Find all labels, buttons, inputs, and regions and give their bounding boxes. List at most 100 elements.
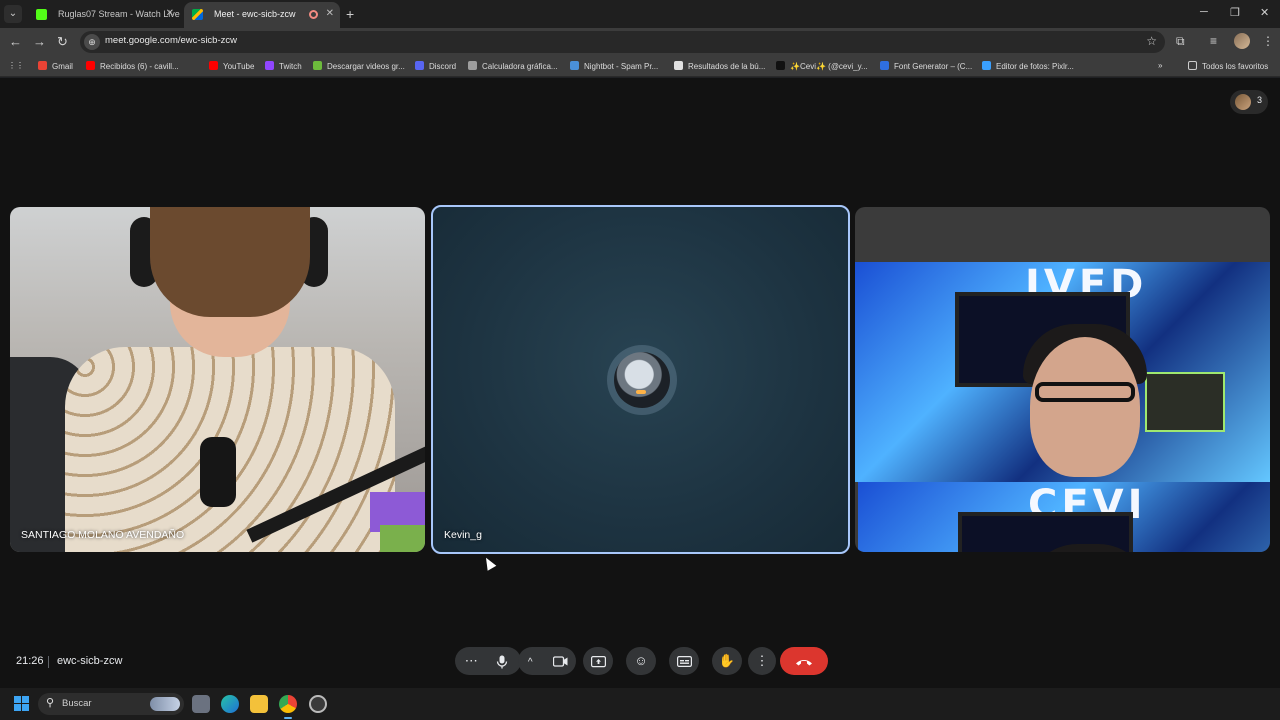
task-view-icon[interactable]: [192, 695, 210, 713]
camera-icon[interactable]: [546, 647, 576, 675]
new-tab-button[interactable]: +: [346, 5, 354, 23]
restore-icon[interactable]: ❐: [1230, 6, 1240, 19]
present-screen-button[interactable]: [583, 647, 613, 675]
bookmark-nightbot[interactable]: Nightbot - Spam Pr...: [570, 61, 658, 71]
participant-count: 3: [1257, 95, 1263, 105]
calculator-icon: [468, 61, 477, 70]
participant-name: Kevin_g: [444, 529, 482, 541]
apps-grid-icon[interactable]: ⋮⋮: [8, 61, 24, 70]
meet-favicon-icon: [192, 9, 203, 20]
minimize-icon[interactable]: ─: [1200, 6, 1208, 18]
close-window-icon[interactable]: ✕: [1260, 6, 1269, 19]
tab-close-icon[interactable]: ✕: [166, 2, 174, 26]
present-screen-icon: [590, 653, 606, 668]
youtube-icon: [86, 61, 95, 70]
meeting-time: 21:26: [16, 655, 44, 667]
os-taskbar: ⚲ Buscar: [0, 688, 1280, 720]
video-frame-top: IVED: [855, 262, 1270, 482]
youtube-icon: [209, 61, 218, 70]
microphone: [200, 437, 236, 507]
bookmark-cevi[interactable]: ✨Cevi✨ (@cevi_y...: [776, 61, 868, 71]
tiktok-icon: [776, 61, 785, 70]
document-icon: [674, 61, 683, 70]
media-controls-icon[interactable]: ≡: [1210, 34, 1217, 48]
profile-avatar[interactable]: [1234, 33, 1250, 49]
forward-icon[interactable]: →: [33, 34, 46, 50]
tab-title: Meet - ewc-sicb-zcw: [214, 9, 296, 19]
leave-call-button[interactable]: [780, 647, 828, 675]
more-bookmarks-icon[interactable]: »: [1158, 61, 1162, 70]
glasses: [1035, 382, 1135, 402]
participant-avatar: [614, 352, 670, 408]
info-divider: [48, 656, 49, 668]
browser-toolbar: ← → ↻ ⊕ meet.google.com/ewc-sicb-zcw ☆ ⧉…: [0, 28, 1280, 56]
bookmark-gmail[interactable]: Gmail: [38, 61, 73, 71]
search-icon: ⚲: [46, 697, 55, 709]
more-options-button[interactable]: ⋮: [748, 647, 776, 675]
bookmark-font-generator[interactable]: Font Generator – (C...: [880, 61, 972, 71]
captions-icon: [676, 653, 692, 668]
edge-icon[interactable]: [221, 695, 239, 713]
bookmark-resultados[interactable]: Resultados de la bú...: [674, 61, 765, 71]
kick-favicon-icon: [36, 9, 47, 20]
more-vert-icon: ⋮: [755, 653, 769, 668]
participants-chip[interactable]: 3: [1230, 90, 1268, 114]
chrome-icon[interactable]: [279, 695, 297, 719]
participant-tile-santiago[interactable]: SANTIAGO MOLANO AVENDAÑO: [10, 207, 425, 552]
microphone-icon[interactable]: [487, 647, 517, 675]
reload-icon[interactable]: ↻: [57, 34, 68, 50]
reactions-button[interactable]: ☺: [626, 647, 656, 675]
chrome-menu-icon[interactable]: ⋮: [1262, 34, 1274, 48]
participant-tile-kevin[interactable]: Kevin_g: [431, 205, 850, 554]
bookmark-recibidos[interactable]: Recibidos (6) - cavill...: [86, 61, 179, 71]
person-face: [1030, 337, 1140, 477]
bookmark-calculadora[interactable]: Calculadora gráfica...: [468, 61, 558, 71]
tab-ruglas-stream[interactable]: Ruglas07 Stream - Watch Live o ✕: [28, 2, 180, 28]
meet-stage: 3 SANTIAGO MOLANO AVENDAÑO Kevin_g IVED: [0, 78, 1280, 688]
file-explorer-icon[interactable]: [250, 695, 268, 713]
gpu-box: [1145, 372, 1225, 432]
address-bar[interactable]: ⊕ meet.google.com/ewc-sicb-zcw ☆: [80, 31, 1165, 53]
background-light: [380, 525, 425, 552]
captions-button[interactable]: [669, 647, 699, 675]
bookmark-descargar[interactable]: Descargar videos gr...: [313, 61, 405, 71]
bookmarks-bar: ⋮⋮ Gmail Recibidos (6) - cavill... YouTu…: [0, 56, 1280, 77]
participant-tile-shared-video[interactable]: IVED CEVI: [855, 207, 1270, 552]
windows-start-icon[interactable]: [14, 696, 29, 711]
hand-icon: ✋: [718, 653, 736, 668]
bookmark-pixlr[interactable]: Editor de fotos: Pixlr...: [982, 61, 1074, 71]
bookmark-twitch[interactable]: Twitch: [265, 61, 302, 71]
audio-control-group: ⋯: [455, 647, 521, 675]
bookmark-star-icon[interactable]: ☆: [1146, 34, 1157, 48]
tab-close-icon[interactable]: ✕: [326, 2, 334, 26]
bookmark-discord[interactable]: Discord: [415, 61, 456, 71]
search-highlight-image: [150, 697, 180, 711]
tab-search-icon[interactable]: ⌄: [4, 5, 22, 23]
video-control-group: ^: [518, 647, 576, 675]
raise-hand-button[interactable]: ✋: [712, 647, 742, 675]
gmail-icon: [38, 61, 47, 70]
back-icon[interactable]: ←: [9, 34, 22, 50]
url-text[interactable]: meet.google.com/ewc-sicb-zcw: [105, 35, 237, 46]
twitch-icon: [265, 61, 274, 70]
audio-options-icon[interactable]: ⋯: [459, 647, 483, 675]
site-info-icon[interactable]: ⊕: [84, 34, 100, 50]
participant-name: SANTIAGO MOLANO AVENDAÑO: [21, 529, 185, 541]
font-icon: [880, 61, 889, 70]
person-hair: [150, 207, 310, 317]
app-with-notification-icon[interactable]: [309, 695, 327, 713]
tab-strip: ⌄ Ruglas07 Stream - Watch Live o ✕ Meet …: [0, 0, 1280, 28]
video-options-icon[interactable]: ^: [518, 649, 542, 677]
emoji-icon: ☺: [634, 653, 648, 668]
recording-indicator-icon: [309, 10, 318, 19]
tab-meet[interactable]: Meet - ewc-sicb-zcw ✕: [184, 2, 340, 28]
extensions-icon[interactable]: ⧉: [1176, 34, 1185, 49]
search-placeholder: Buscar: [62, 698, 92, 709]
pixlr-icon: [982, 61, 991, 70]
speaking-ring: [607, 345, 677, 415]
bookmark-youtube[interactable]: YouTube: [209, 61, 254, 71]
all-bookmarks-folder[interactable]: Todos los favoritos: [1188, 61, 1268, 71]
taskbar-search[interactable]: ⚲ Buscar: [38, 693, 184, 715]
video-frame-bottom: CEVI: [858, 482, 1270, 552]
meeting-code: ewc-sicb-zcw: [57, 655, 123, 667]
